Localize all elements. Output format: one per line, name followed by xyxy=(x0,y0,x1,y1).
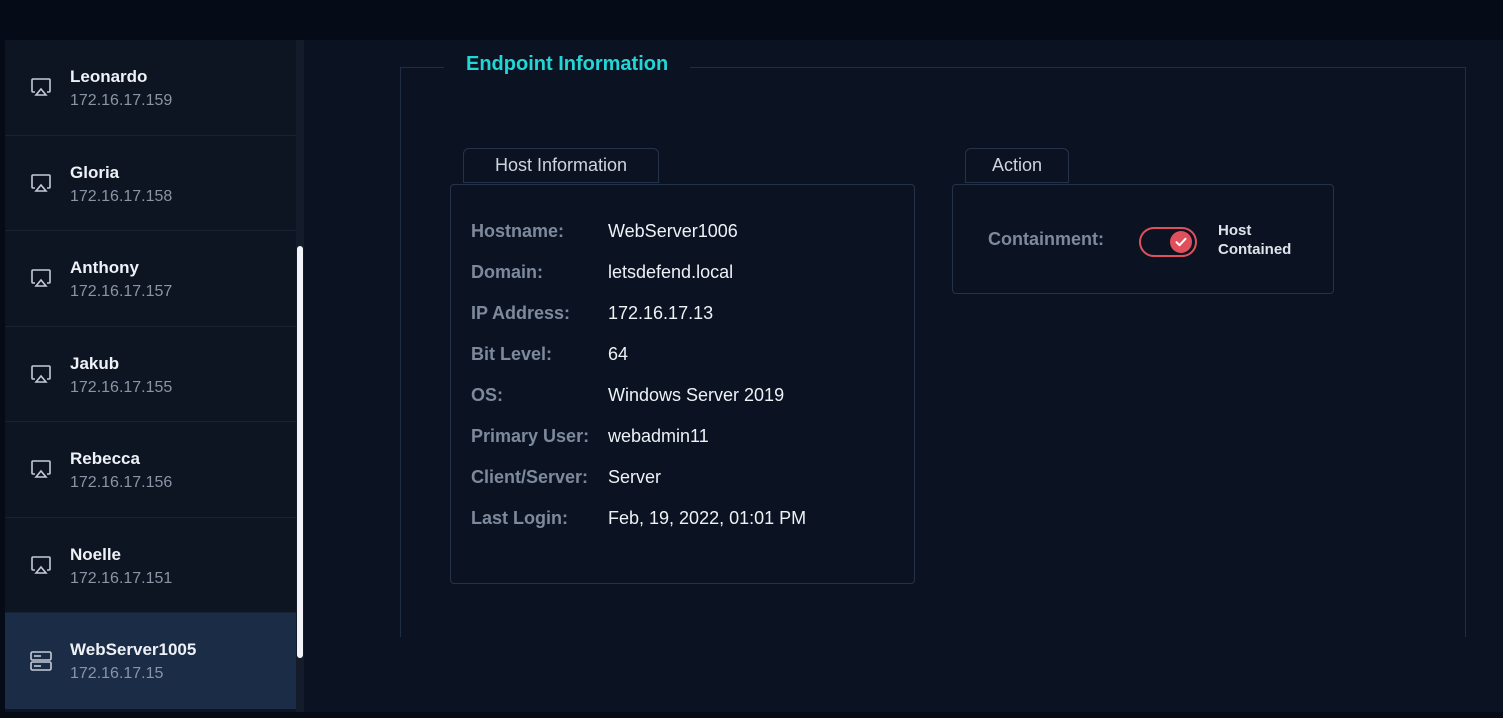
tab-host-information[interactable]: Host Information xyxy=(463,148,659,183)
bit-level-label: Bit Level: xyxy=(471,344,553,364)
endpoint-item-gloria[interactable]: Gloria 172.16.17.158 xyxy=(5,136,296,231)
endpoint-ip: 172.16.17.159 xyxy=(70,92,173,109)
last-login-value: Feb, 19, 2022, 01:01 PM xyxy=(608,508,807,528)
last-login-label: Last Login: xyxy=(471,508,568,528)
status-line-1: Host xyxy=(1218,222,1252,239)
section-title: Endpoint Information xyxy=(444,53,691,76)
endpoint-ip: 172.16.17.15 xyxy=(70,665,164,682)
os-value: Windows Server 2019 xyxy=(608,385,785,405)
endpoint-item-jakub[interactable]: Jakub 172.16.17.155 xyxy=(5,327,296,422)
endpoint-ip: 172.16.17.156 xyxy=(70,474,173,491)
client-server-value: Server xyxy=(608,467,662,487)
containment-label: Containment: xyxy=(988,229,1104,249)
endpoint-name: Jakub xyxy=(70,353,120,373)
hostname-value: WebServer1006 xyxy=(608,221,738,241)
endpoint-ip: 172.16.17.151 xyxy=(70,569,173,587)
domain-label: Domain: xyxy=(471,262,543,282)
endpoint-list: Leonardo 172.16.17.159 Gloria 172.16.17.… xyxy=(5,40,296,712)
monitor-icon xyxy=(31,78,51,97)
monitor-icon xyxy=(31,269,51,288)
sidebar-scrollbar-thumb[interactable] xyxy=(297,246,303,658)
monitor-icon xyxy=(31,364,51,383)
top-bar xyxy=(0,0,1503,40)
host-information-panel: Hostname: WebServer1006 Domain: letsdefend… xyxy=(450,184,915,584)
ip-address-value: 172.16.17.13 xyxy=(608,303,714,323)
endpoint-item-anthony[interactable]: Anthony 172.16.17.157 xyxy=(5,231,296,327)
monitor-icon xyxy=(31,173,51,192)
primary-user-value: webadmin11 xyxy=(608,426,709,446)
monitor-icon xyxy=(31,555,51,574)
action-panel: Containment: Host Contained xyxy=(952,184,1334,294)
server-icon xyxy=(30,650,52,671)
containment-status: Host Contained xyxy=(1218,221,1308,259)
status-line-2: Contained xyxy=(1218,241,1292,258)
hostname-label: Hostname: xyxy=(471,221,565,241)
main-content: Endpoint Information Host Information Ho… xyxy=(304,40,1503,712)
endpoint-name: Rebecca xyxy=(70,449,140,468)
containment-toggle[interactable] xyxy=(1139,227,1197,257)
endpoint-item-rebecca[interactable]: Rebecca 172.16.17.156 xyxy=(5,422,296,518)
endpoint-ip: 172.16.17.157 xyxy=(70,283,173,300)
ip-address-label: IP Address: xyxy=(471,303,571,323)
endpoint-name: Anthony xyxy=(70,258,139,277)
endpoint-item-leonardo[interactable]: Leonardo 172.16.17.159 xyxy=(5,40,296,136)
endpoint-ip: 172.16.17.155 xyxy=(70,378,173,396)
monitor-icon xyxy=(31,460,51,479)
bottom-bar xyxy=(0,712,1503,718)
os-label: OS: xyxy=(471,385,504,405)
client-server-label: Client/Server: xyxy=(471,467,589,487)
endpoint-ip: 172.16.17.158 xyxy=(70,187,173,205)
endpoint-name: WebServer1005 xyxy=(70,640,197,659)
domain-value: letsdefend.local xyxy=(608,262,734,282)
endpoint-name: Leonardo xyxy=(70,67,148,86)
tab-action[interactable]: Action xyxy=(965,148,1069,183)
bit-level-value: 64 xyxy=(608,344,629,364)
endpoint-name: Gloria xyxy=(70,162,120,182)
primary-user-label: Primary User: xyxy=(471,426,590,446)
endpoint-item-noelle[interactable]: Noelle 172.16.17.151 xyxy=(5,518,296,613)
endpoint-item-webserver1005[interactable]: WebServer1005 172.16.17.15 xyxy=(5,613,296,709)
check-icon xyxy=(1170,231,1192,253)
endpoint-name: Noelle xyxy=(70,544,122,564)
